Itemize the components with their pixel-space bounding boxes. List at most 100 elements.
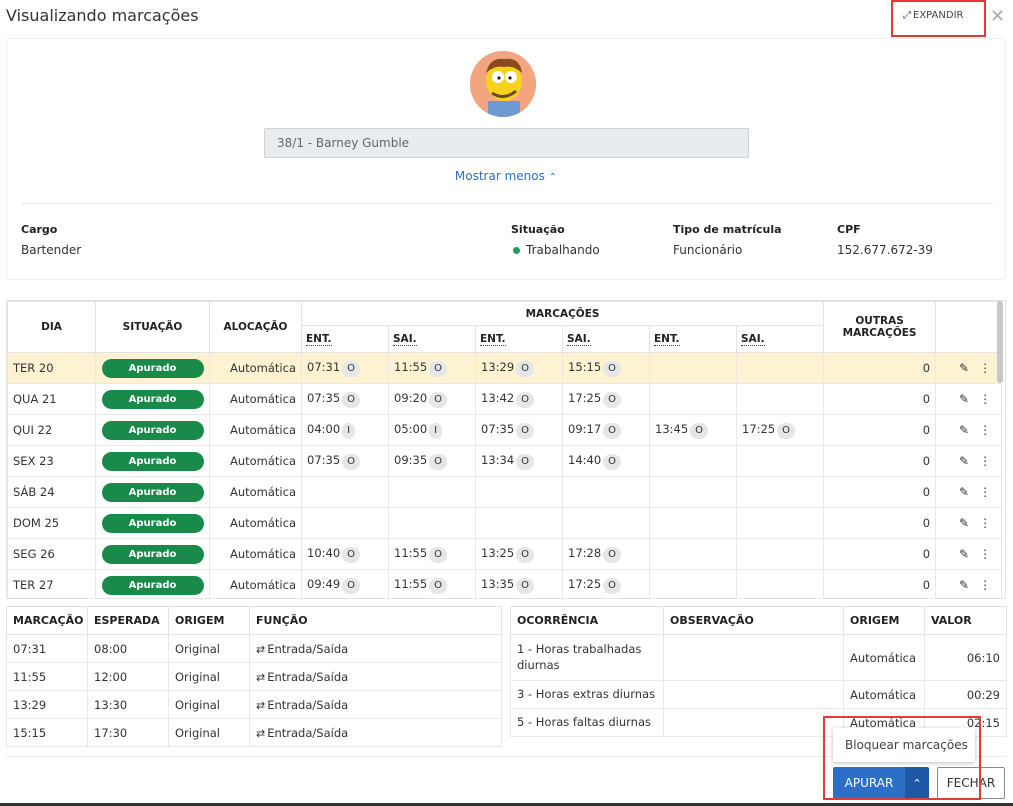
marcacao-cell[interactable]: 17:25 O (562, 383, 650, 415)
marcacao-cell[interactable] (475, 476, 563, 508)
marcacao-cell[interactable] (735, 476, 825, 508)
marcacao-cell[interactable]: 13:42 O (475, 383, 563, 415)
marcacao-cell[interactable]: 09:35 O (388, 445, 476, 477)
show-less-link[interactable]: Mostrar menos ⌃ (7, 169, 1005, 183)
marcacao-cell[interactable]: 13:35 O (475, 569, 563, 598)
edit-pencil-icon[interactable]: ✎ (959, 423, 969, 437)
marcacao-time: 13:35 (481, 576, 515, 591)
expand-button[interactable]: ⤢ EXPANDIR (903, 10, 963, 21)
origin-badge: O (429, 453, 448, 470)
marcacao-cell[interactable]: 13:34 O (475, 445, 563, 477)
marcacao-cell[interactable] (735, 507, 825, 539)
marcacao-cell[interactable]: 14:40 O (562, 445, 650, 477)
marcacao-time: 07:35 (481, 421, 515, 436)
apurar-dropdown-toggle[interactable]: ⌃ (905, 767, 929, 799)
edit-pencil-icon[interactable]: ✎ (959, 547, 969, 561)
edit-pencil-icon[interactable]: ✎ (959, 516, 969, 530)
marcacao-cell[interactable]: 17:25 O (562, 569, 650, 598)
marcacao-cell[interactable] (301, 476, 389, 508)
table-row[interactable]: TER 20 Apurado Automática 07:31 O 11:55 O 13:29… (7, 352, 1003, 384)
marcacao-time: 13:29 (481, 359, 515, 374)
more-vertical-icon[interactable]: ⋮ (979, 361, 991, 375)
marcacao-cell[interactable]: 11:55 O (388, 569, 476, 598)
scrollbar[interactable] (997, 301, 1003, 383)
marcacao-cell[interactable] (735, 445, 825, 477)
marcacao-cell[interactable] (649, 569, 737, 598)
marcacao-cell[interactable]: 13:29 O (475, 352, 563, 384)
marcacao-cell[interactable] (388, 507, 476, 539)
marcacao-cell[interactable] (735, 352, 825, 384)
more-vertical-icon[interactable]: ⋮ (979, 547, 991, 561)
table-row[interactable]: QUA 21 Apurado Automática 07:35 O 09:20 O 13:42… (7, 383, 1003, 415)
funcao-text: Entrada/Saída (267, 725, 349, 740)
more-vertical-icon[interactable]: ⋮ (979, 423, 991, 437)
marcacao-cell[interactable] (475, 507, 563, 539)
marcacao-cell[interactable] (649, 383, 737, 415)
modal-title: Visualizando marcações (6, 6, 199, 25)
avatar (470, 51, 536, 117)
apurar-button[interactable]: APURAR (833, 767, 905, 799)
marcacao-cell[interactable]: 09:20 O (388, 383, 476, 415)
esperada-cell: 08:00 (87, 634, 169, 663)
edit-pencil-icon[interactable]: ✎ (959, 454, 969, 468)
marcacao-cell[interactable] (388, 476, 476, 508)
marcacao-cell[interactable] (649, 538, 737, 570)
marcacao-cell[interactable] (735, 383, 825, 415)
marcacao-cell[interactable]: 11:55 O (388, 352, 476, 384)
more-vertical-icon[interactable]: ⋮ (979, 485, 991, 499)
marcacao-cell[interactable] (649, 445, 737, 477)
employee-name-field[interactable]: 38/1 - Barney Gumble (264, 128, 749, 158)
marcacao-time: 07:35 (307, 452, 341, 467)
marcacao-cell[interactable]: 09:17 O (562, 414, 650, 446)
table-row[interactable]: SÁB 24 Apurado Automática 0 ✎ ⋮ (7, 476, 1003, 508)
marcacao-cell[interactable]: 11:55 O (388, 538, 476, 570)
alocacao-cell: Automática (209, 352, 302, 384)
menu-item-bloquear-marcacoes[interactable]: Bloquear marcações (833, 728, 975, 762)
marcacao-cell[interactable] (562, 476, 650, 508)
marcacao-cell[interactable] (649, 352, 737, 384)
edit-pencil-icon[interactable]: ✎ (959, 578, 969, 592)
table-row[interactable]: QUI 22 Apurado Automática 04:00 I 05:00 I 07:35… (7, 414, 1003, 446)
marcacao-cell[interactable]: 04:00 I (301, 414, 389, 446)
marcacao-cell[interactable]: 17:25 O (735, 414, 825, 446)
edit-pencil-icon[interactable]: ✎ (959, 361, 969, 375)
swap-arrows-icon: ⇄ (256, 670, 266, 684)
marcacao-cell[interactable] (735, 569, 825, 598)
more-vertical-icon[interactable]: ⋮ (979, 578, 991, 592)
marcacao-cell[interactable] (649, 507, 737, 539)
edit-pencil-icon[interactable]: ✎ (959, 485, 969, 499)
sub-ent: ENT. (301, 325, 389, 353)
ocorrencias-table: OCORRÊNCIA OBSERVAÇÃO ORIGEM VALOR 1 - H… (510, 606, 1007, 737)
marcacao-cell[interactable]: 05:00 I (388, 414, 476, 446)
table-row[interactable]: DOM 25 Apurado Automática 0 ✎ ⋮ (7, 507, 1003, 539)
more-vertical-icon[interactable]: ⋮ (979, 454, 991, 468)
close-icon[interactable]: ✕ (990, 6, 1005, 27)
col-outras: OUTRAS MARCAÇÕES (823, 301, 937, 353)
edit-pencil-icon[interactable]: ✎ (959, 392, 969, 406)
outras-cell: 0 (823, 414, 937, 446)
more-vertical-icon[interactable]: ⋮ (979, 392, 991, 406)
fechar-button[interactable]: FECHAR (937, 767, 1005, 799)
marcacao-cell[interactable]: 09:49 O (301, 569, 389, 598)
marcacao-cell[interactable]: 07:35 O (301, 445, 389, 477)
marcacao-cell[interactable] (301, 507, 389, 539)
marcacao-cell[interactable]: 17:28 O (562, 538, 650, 570)
status-badge: Apurado (101, 544, 204, 564)
marcacao-cell[interactable] (735, 538, 825, 570)
marcacao-time: 11:55 (394, 576, 428, 591)
marcacao-cell[interactable] (649, 476, 737, 508)
marcacao-cell[interactable]: 13:45 O (649, 414, 737, 446)
marcacao-cell[interactable]: 07:31 O (301, 352, 389, 384)
marcacao-cell[interactable] (562, 507, 650, 539)
table-row[interactable]: SEG 26 Apurado Automática 10:40 O 11:55 O 13:25… (7, 538, 1003, 570)
marcacao-cell[interactable]: 07:35 O (475, 414, 563, 446)
avatar-image (470, 51, 536, 117)
marcacao-cell[interactable]: 15:15 O (562, 352, 650, 384)
marcacao-cell[interactable]: 13:25 O (475, 538, 563, 570)
more-vertical-icon[interactable]: ⋮ (979, 516, 991, 530)
table-row[interactable]: TER 27 Apurado Automática 09:49 O 11:55 O 13:35… (7, 569, 1003, 598)
marcacao-cell[interactable]: 10:40 O (301, 538, 389, 570)
dia-cell: DOM 25 (7, 507, 96, 539)
marcacao-cell[interactable]: 07:35 O (301, 383, 389, 415)
table-row[interactable]: SEX 23 Apurado Automática 07:35 O 09:35 O 13:34… (7, 445, 1003, 477)
